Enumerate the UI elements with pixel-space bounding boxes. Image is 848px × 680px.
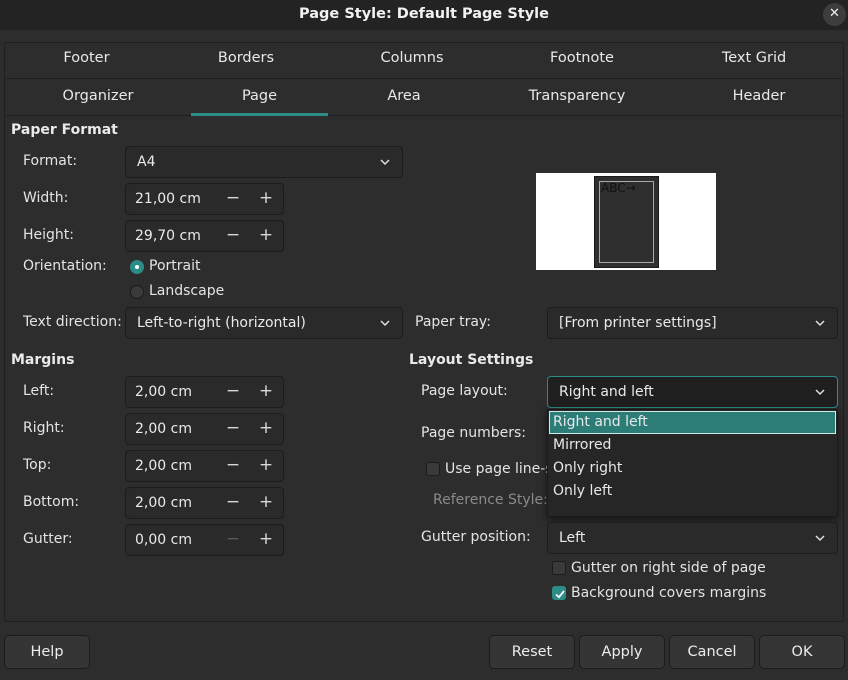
gutter-right-side-checkbox[interactable] [552,561,566,575]
tab-page[interactable]: Page [191,80,328,114]
gutter-spinbox[interactable]: 0,00 cm − + [125,524,284,556]
top-margin-label: Top: [23,457,52,473]
bottom-margin-spinbox[interactable]: 2,00 cm − + [125,487,284,519]
help-button[interactable]: Help [4,635,90,669]
tab-header[interactable]: Header [674,80,844,114]
width-decrement-button[interactable]: − [217,184,249,214]
chevron-down-icon [380,159,390,166]
height-increment-button[interactable]: + [250,221,282,251]
format-dropdown[interactable]: A4 [125,146,403,178]
active-tab-indicator [191,113,328,116]
landscape-radio[interactable] [130,285,144,299]
ok-button[interactable]: OK [759,635,845,669]
paper-format-heading: Paper Format [11,122,118,138]
bottom-margin-increment-button[interactable]: + [250,488,282,518]
use-page-line-spacing-checkbox[interactable] [426,462,440,476]
gutter-label: Gutter: [23,531,73,547]
dropdown-option-right-and-left[interactable]: Right and left [549,411,836,434]
reset-button[interactable]: Reset [489,635,575,669]
chevron-down-icon [380,320,390,327]
orientation-label: Orientation: [23,258,107,274]
text-direction-label: Text direction: [23,314,122,330]
gutter-right-side-label[interactable]: Gutter on right side of page [571,560,766,576]
layout-settings-heading: Layout Settings [409,352,534,368]
width-label: Width: [23,190,69,206]
dropdown-option-mirrored[interactable]: Mirrored [549,434,836,457]
tab-row-divider [5,78,843,79]
height-value: 29,70 cm [135,228,201,244]
format-value: A4 [137,154,156,170]
preview-text: ABC→ [601,181,636,195]
right-margin-spinbox[interactable]: 2,00 cm − + [125,413,284,445]
left-margin-decrement-button[interactable]: − [217,377,249,407]
page-layout-value: Right and left [559,384,654,400]
tab-borders[interactable]: Borders [168,42,324,76]
checkmark-icon [555,590,565,599]
bottom-margin-value: 2,00 cm [135,495,192,511]
landscape-label[interactable]: Landscape [149,283,224,299]
left-margin-label: Left: [23,383,55,399]
chevron-down-icon [815,320,825,327]
gutter-value: 0,00 cm [135,532,192,548]
text-direction-value: Left-to-right (horizontal) [137,315,306,331]
height-label: Height: [23,227,74,243]
tab-area[interactable]: Area [328,80,480,114]
top-margin-value: 2,00 cm [135,458,192,474]
left-margin-value: 2,00 cm [135,384,192,400]
window-title: Page Style: Default Page Style [299,6,549,22]
width-spinbox[interactable]: 21,00 cm − + [125,183,284,215]
background-covers-margins-checkbox[interactable] [552,586,566,600]
right-margin-label: Right: [23,420,65,436]
margins-heading: Margins [11,352,75,368]
width-value: 21,00 cm [135,191,201,207]
cancel-button[interactable]: Cancel [669,635,755,669]
paper-tray-label: Paper tray: [415,314,491,330]
page-layout-dropdown-list: Right and left Mirrored Only right Only … [547,409,838,517]
top-margin-decrement-button[interactable]: − [217,451,249,481]
chevron-down-icon [815,535,825,542]
tab-columns[interactable]: Columns [324,42,500,76]
gutter-position-label: Gutter position: [421,529,531,545]
gutter-position-value: Left [559,530,586,546]
right-margin-decrement-button[interactable]: − [217,414,249,444]
right-margin-increment-button[interactable]: + [250,414,282,444]
use-page-line-spacing-label[interactable]: Use page line-sp [445,461,562,477]
left-margin-increment-button[interactable]: + [250,377,282,407]
tab-footer[interactable]: Footer [5,42,168,76]
text-direction-dropdown[interactable]: Left-to-right (horizontal) [125,307,403,339]
gutter-increment-button[interactable]: + [250,525,282,555]
gutter-decrement-button: − [225,529,241,549]
tab-content-divider [5,115,843,116]
height-spinbox[interactable]: 29,70 cm − + [125,220,284,252]
dropdown-option-only-right[interactable]: Only right [549,457,836,480]
tab-transparency[interactable]: Transparency [480,80,674,114]
width-increment-button[interactable]: + [250,184,282,214]
close-icon[interactable]: ✕ [823,3,846,26]
chevron-down-icon [815,389,825,396]
dropdown-option-only-left[interactable]: Only left [549,480,836,503]
page-numbers-label: Page numbers: [421,425,526,441]
reference-style-label: Reference Style: [433,492,548,508]
top-margin-increment-button[interactable]: + [250,451,282,481]
top-margin-spinbox[interactable]: 2,00 cm − + [125,450,284,482]
paper-tray-value: [From printer settings] [559,315,717,331]
page-layout-label: Page layout: [421,383,508,399]
height-decrement-button[interactable]: − [217,221,249,251]
left-margin-spinbox[interactable]: 2,00 cm − + [125,376,284,408]
bottom-margin-decrement-button[interactable]: − [217,488,249,518]
portrait-radio[interactable] [130,260,144,274]
gutter-position-dropdown[interactable]: Left [547,522,838,554]
page-layout-dropdown[interactable]: Right and left [547,376,838,408]
bottom-margin-label: Bottom: [23,494,80,510]
background-covers-margins-label[interactable]: Background covers margins [571,585,766,601]
portrait-label[interactable]: Portrait [149,258,200,274]
tab-footnote[interactable]: Footnote [500,42,664,76]
tab-organizer[interactable]: Organizer [5,80,191,114]
right-margin-value: 2,00 cm [135,421,192,437]
apply-button[interactable]: Apply [579,635,665,669]
paper-tray-dropdown[interactable]: [From printer settings] [547,307,838,339]
format-label: Format: [23,153,78,169]
tab-text-grid[interactable]: Text Grid [664,42,844,76]
